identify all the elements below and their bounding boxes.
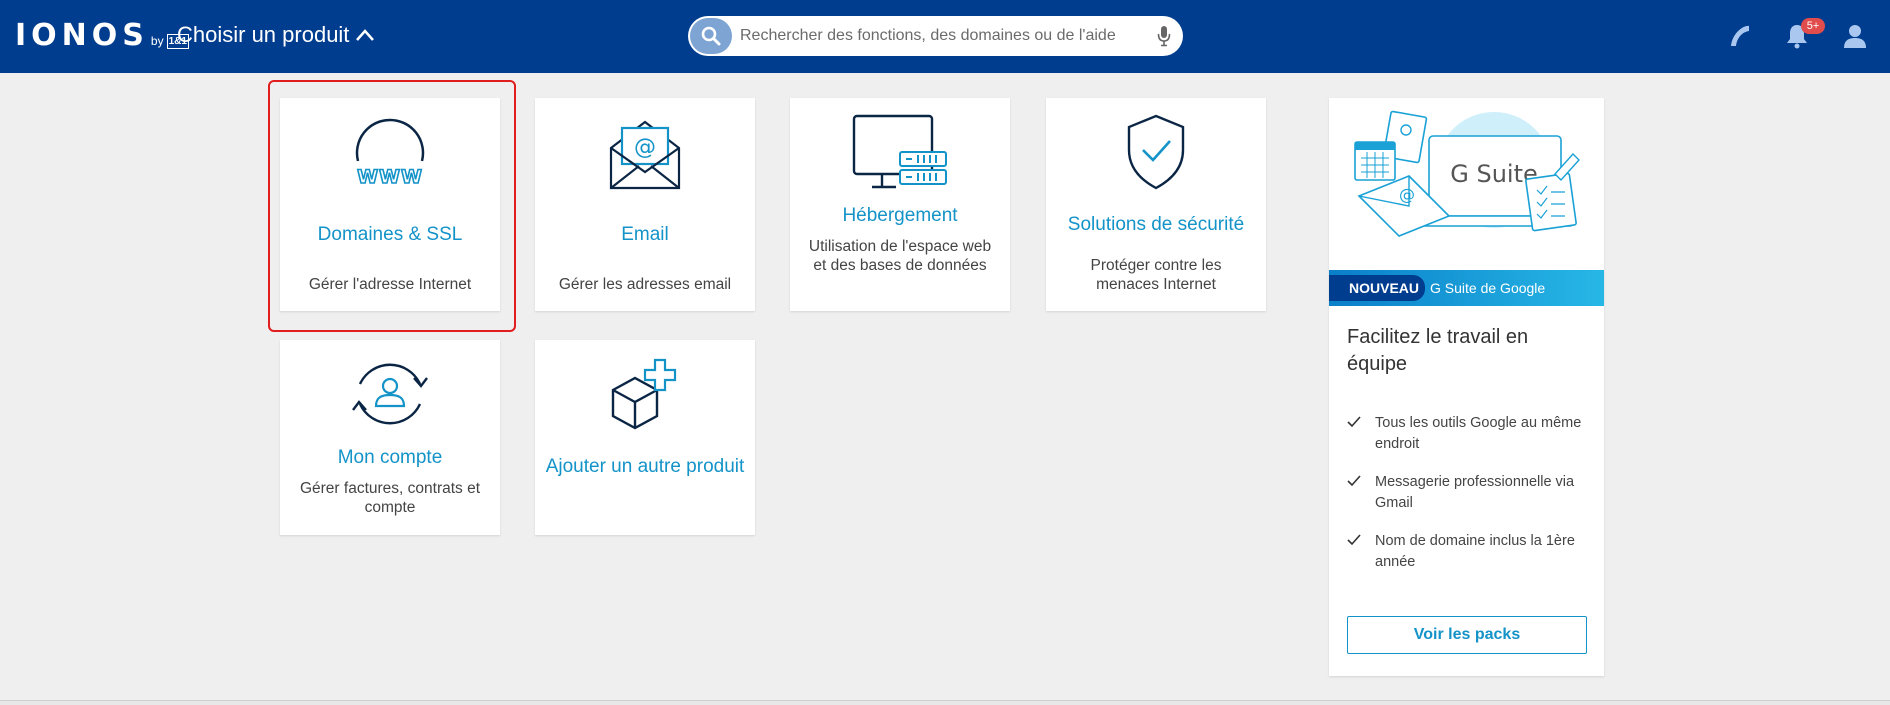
- tile-description: Gérer l'adresse Internet: [308, 276, 472, 293]
- email-envelope-icon: @: [535, 114, 755, 190]
- chevron-up-icon: [356, 29, 375, 41]
- feature-text: Messagerie professionnelle via Gmail: [1375, 474, 1575, 511]
- tile-title: Domaines & SSL: [317, 224, 463, 245]
- tile-my-account[interactable]: Mon compte Gérer factures, contrats et c…: [280, 340, 500, 535]
- security-shield-icon: [1046, 114, 1266, 190]
- logo-text: IONOS: [15, 18, 149, 53]
- tile-title: Email: [621, 224, 669, 245]
- svg-text:@: @: [1399, 185, 1415, 204]
- svg-text:@: @: [634, 135, 656, 160]
- notifications-badge: 5+: [1801, 18, 1825, 34]
- tile-description: Gérer les adresses email: [558, 276, 732, 293]
- search-input[interactable]: [740, 22, 1130, 50]
- gsuite-illustration: G Suite @: [1354, 110, 1580, 237]
- top-navigation-bar: IONOS by 1&1 Choisir un produit 5+: [0, 0, 1890, 73]
- check-icon: [1347, 416, 1361, 428]
- new-badge: NOUVEAU: [1329, 275, 1426, 301]
- check-icon: [1347, 534, 1361, 546]
- promo-banner: NOUVEAU G Suite de Google: [1329, 270, 1604, 306]
- add-product-svg: [611, 358, 677, 430]
- gsuite-promo-card: G Suite @ NOUVEAU G Suite de Google Faci…: [1329, 98, 1604, 676]
- list-item: Nom de domaine inclus la 1ère année: [1347, 531, 1587, 573]
- www-globe-svg: WWW: [355, 118, 425, 189]
- product-chooser-button[interactable]: Choisir un produit: [177, 22, 375, 48]
- tile-title: Mon compte: [337, 447, 443, 468]
- user-account-icon[interactable]: [1843, 23, 1867, 49]
- email-envelope-svg: @: [609, 120, 681, 190]
- tile-hosting[interactable]: Hébergement Utilisation de l'espace web …: [790, 98, 1010, 311]
- tile-domains-ssl[interactable]: WWW Domaines & SSL Gérer l'adresse Inter…: [280, 98, 500, 311]
- svg-text:WWW: WWW: [357, 166, 423, 188]
- feature-text: Tous les outils Google au même endroit: [1375, 415, 1582, 452]
- tile-description: Protéger contre les menaces Internet: [1090, 257, 1222, 293]
- security-shield-svg: [1127, 114, 1185, 190]
- tile-email[interactable]: @ Email Gérer les adresses email: [535, 98, 755, 311]
- tile-security[interactable]: Solutions de sécurité Protéger contre le…: [1046, 98, 1266, 311]
- tile-description: Gérer factures, contrats et compte: [299, 480, 481, 516]
- promo-feature-list: Tous les outils Google au même endroit M…: [1347, 413, 1587, 590]
- add-product-box-icon: [535, 356, 755, 432]
- gsuite-illustration-text: G Suite: [1450, 160, 1538, 188]
- www-globe-icon: WWW: [280, 114, 500, 190]
- list-item: Messagerie professionnelle via Gmail: [1347, 472, 1587, 514]
- logo-by: by: [150, 34, 164, 48]
- account-cycle-svg: [352, 363, 428, 425]
- list-item: Tous les outils Google au même endroit: [1347, 413, 1587, 455]
- tile-title: Ajouter un autre produit: [545, 456, 745, 477]
- tile-title: Hébergement: [842, 205, 958, 226]
- product-chooser-label: Choisir un produit: [177, 22, 350, 47]
- hosting-monitor-server-icon: [790, 114, 1010, 190]
- hosting-monitor-svg: [852, 114, 947, 189]
- tile-title: Solutions de sécurité: [1067, 214, 1245, 235]
- tile-description: Utilisation de l'espace web et des bases…: [808, 238, 992, 274]
- phone-icon[interactable]: [1727, 22, 1753, 50]
- view-packs-button[interactable]: Voir les packs: [1347, 616, 1587, 654]
- ionos-logo[interactable]: IONOS by 1&1: [15, 18, 189, 56]
- page-bottom-border: [0, 700, 1890, 705]
- feature-text: Nom de domaine inclus la 1ère année: [1375, 533, 1575, 570]
- promo-banner-text: G Suite de Google: [1430, 280, 1546, 296]
- promo-title: Facilitez le travail en équipe: [1347, 326, 1529, 375]
- check-icon: [1347, 475, 1361, 487]
- search-button[interactable]: [690, 18, 732, 54]
- account-user-cycle-icon: [280, 356, 500, 432]
- search-bar: [688, 16, 1183, 56]
- tile-add-product[interactable]: Ajouter un autre produit: [535, 340, 755, 535]
- search-icon: [701, 26, 721, 46]
- microphone-icon[interactable]: [1157, 25, 1171, 47]
